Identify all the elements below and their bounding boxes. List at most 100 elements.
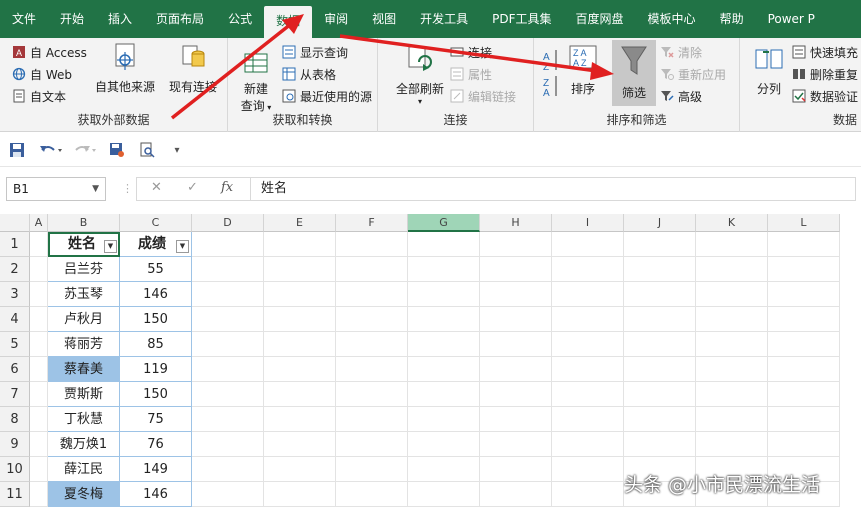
tab-1[interactable]: 开始 <box>48 0 96 38</box>
cell[interactable] <box>480 457 552 482</box>
connections-button[interactable]: 连接 <box>450 42 492 62</box>
cell[interactable] <box>624 357 696 382</box>
cell[interactable] <box>336 332 408 357</box>
column-header-c[interactable]: C <box>120 214 192 232</box>
from-web-button[interactable]: 自 Web <box>12 64 72 84</box>
row-header[interactable]: 7 <box>0 382 30 407</box>
cell[interactable] <box>192 407 264 432</box>
filter-dropdown-icon[interactable]: ▼ <box>104 240 117 253</box>
score-cell[interactable]: 75 <box>120 407 192 432</box>
cell[interactable] <box>336 432 408 457</box>
row-header[interactable]: 9 <box>0 432 30 457</box>
cell[interactable] <box>480 357 552 382</box>
recent-sources-button[interactable]: 最近使用的源 <box>282 86 372 106</box>
filter-dropdown-icon[interactable]: ▼ <box>176 240 189 253</box>
cell[interactable] <box>552 357 624 382</box>
cell[interactable] <box>30 232 48 257</box>
score-cell[interactable]: 119 <box>120 357 192 382</box>
cell[interactable] <box>768 357 840 382</box>
cell[interactable] <box>768 257 840 282</box>
enter-icon[interactable]: ✓ <box>187 180 198 195</box>
name-cell[interactable]: 薛江民 <box>48 457 120 482</box>
tab-10[interactable]: 百度网盘 <box>564 0 636 38</box>
cell[interactable] <box>336 482 408 507</box>
cell[interactable] <box>408 407 480 432</box>
customize-toolbar-icon[interactable]: ▾ <box>168 141 186 159</box>
cell[interactable] <box>480 257 552 282</box>
cell[interactable] <box>408 332 480 357</box>
column-header-a[interactable]: A <box>30 214 48 232</box>
column-header-b[interactable]: B <box>48 214 120 232</box>
score-cell[interactable]: 146 <box>120 282 192 307</box>
row-header[interactable]: 8 <box>0 407 30 432</box>
column-header-j[interactable]: J <box>624 214 696 232</box>
cell[interactable] <box>192 432 264 457</box>
cell[interactable] <box>30 307 48 332</box>
cell[interactable] <box>768 232 840 257</box>
row-header[interactable]: 4 <box>0 307 30 332</box>
cell[interactable] <box>264 357 336 382</box>
from-table-button[interactable]: 从表格 <box>282 64 336 84</box>
cell[interactable] <box>336 257 408 282</box>
cell[interactable] <box>336 382 408 407</box>
cell[interactable] <box>552 307 624 332</box>
cell[interactable] <box>264 382 336 407</box>
name-cell[interactable]: 蔡春美 <box>48 357 120 382</box>
cell[interactable] <box>408 482 480 507</box>
tab-11[interactable]: 模板中心 <box>636 0 708 38</box>
cell[interactable] <box>696 407 768 432</box>
existing-connections-button[interactable]: 现有连接 <box>164 42 222 95</box>
cell[interactable] <box>552 382 624 407</box>
clear-filter-button[interactable]: 清除 <box>660 42 702 62</box>
cell[interactable] <box>408 257 480 282</box>
cell[interactable] <box>30 457 48 482</box>
formula-input[interactable]: 姓名 <box>250 177 856 201</box>
cell[interactable] <box>192 357 264 382</box>
name-box[interactable]: B1 ▼ <box>6 177 106 201</box>
cell[interactable] <box>696 357 768 382</box>
column-header-k[interactable]: K <box>696 214 768 232</box>
cell[interactable] <box>552 407 624 432</box>
sort-button[interactable]: Z AA Z 排序 <box>566 44 600 97</box>
cell[interactable] <box>192 307 264 332</box>
cell[interactable] <box>408 357 480 382</box>
tab-13[interactable]: Power P <box>756 0 827 38</box>
save-icon[interactable] <box>8 141 26 159</box>
cell[interactable] <box>192 257 264 282</box>
cell[interactable] <box>480 407 552 432</box>
tab-3[interactable]: 页面布局 <box>144 0 216 38</box>
cell[interactable] <box>192 282 264 307</box>
cell[interactable] <box>480 282 552 307</box>
remove-duplicates-button[interactable]: 删除重复 <box>792 64 858 84</box>
cell[interactable] <box>408 282 480 307</box>
cell[interactable] <box>30 332 48 357</box>
tab-2[interactable]: 插入 <box>96 0 144 38</box>
column-header-f[interactable]: F <box>336 214 408 232</box>
tab-6[interactable]: 审阅 <box>312 0 360 38</box>
score-cell[interactable]: 76 <box>120 432 192 457</box>
name-cell[interactable]: 夏冬梅 <box>48 482 120 507</box>
column-header-e[interactable]: E <box>264 214 336 232</box>
cell[interactable] <box>192 482 264 507</box>
cell[interactable] <box>552 482 624 507</box>
flash-fill-button[interactable]: 快速填充 <box>792 42 858 62</box>
cell[interactable] <box>624 232 696 257</box>
row-header[interactable]: 11 <box>0 482 30 507</box>
cell[interactable] <box>408 232 480 257</box>
row-header[interactable]: 10 <box>0 457 30 482</box>
print-preview-icon[interactable] <box>138 141 156 159</box>
cell[interactable] <box>624 257 696 282</box>
cell[interactable] <box>264 282 336 307</box>
cell[interactable] <box>552 257 624 282</box>
cell[interactable] <box>30 382 48 407</box>
cell[interactable] <box>768 432 840 457</box>
redo-icon[interactable] <box>72 141 98 159</box>
cell[interactable] <box>30 482 48 507</box>
name-cell[interactable]: 苏玉琴 <box>48 282 120 307</box>
cell[interactable] <box>408 457 480 482</box>
cell[interactable] <box>264 257 336 282</box>
cell[interactable] <box>480 232 552 257</box>
column-header-i[interactable]: I <box>552 214 624 232</box>
edit-links-button[interactable]: 编辑链接 <box>450 86 516 106</box>
score-cell[interactable]: 146 <box>120 482 192 507</box>
